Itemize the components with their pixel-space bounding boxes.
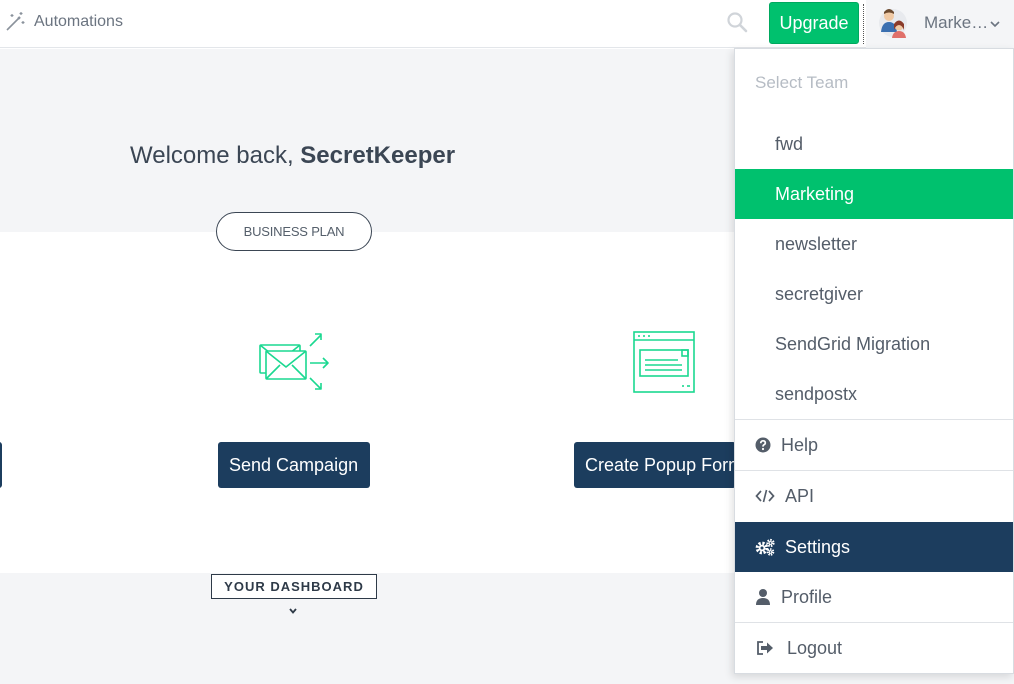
plan-badge: BUSINESS PLAN — [216, 212, 372, 251]
gears-icon — [755, 538, 785, 556]
search-icon[interactable] — [726, 11, 748, 33]
team-item-sendpostx[interactable]: sendpostx — [735, 369, 1013, 419]
team-item-secretgiver[interactable]: secretgiver — [735, 269, 1013, 319]
welcome-prefix: Welcome back, — [130, 142, 301, 169]
divider — [863, 4, 864, 44]
popup-form-icon — [632, 330, 696, 394]
menu-item-label: Profile — [781, 586, 833, 607]
magic-wand-icon — [4, 11, 26, 33]
menu-item-label: Settings — [785, 536, 851, 557]
team-dropdown-menu: Select Team fwd Marketing newsletter sec… — [734, 48, 1014, 674]
chevron-down-icon[interactable] — [288, 603, 298, 614]
menu-item-api[interactable]: API — [735, 471, 1013, 521]
chevron-down-icon — [989, 17, 1001, 29]
code-icon — [755, 488, 785, 504]
menu-item-settings[interactable]: Settings — [735, 522, 1013, 572]
create-popup-form-button[interactable]: Create Popup Form — [574, 442, 736, 488]
send-campaign-icon — [258, 330, 332, 394]
username: SecretKeeper — [300, 142, 456, 169]
avatar — [878, 6, 908, 40]
current-team-label: Marke… — [924, 13, 989, 32]
partial-action-button[interactable] — [0, 442, 2, 488]
team-item-sendgrid-migration[interactable]: SendGrid Migration — [735, 319, 1013, 369]
send-campaign-button[interactable]: Send Campaign — [218, 442, 370, 488]
automations-link[interactable]: Automations — [4, 10, 123, 34]
menu-item-logout[interactable]: Logout — [735, 623, 1013, 673]
sign-out-icon — [755, 640, 787, 656]
team-item-marketing[interactable]: Marketing — [735, 169, 1013, 219]
menu-item-label: Help — [781, 434, 819, 455]
user-icon — [755, 588, 781, 606]
select-team-label: Select Team — [755, 73, 849, 92]
automations-label: Automations — [34, 13, 123, 30]
team-item-newsletter[interactable]: newsletter — [735, 219, 1013, 269]
team-item-fwd[interactable]: fwd — [735, 119, 1013, 169]
menu-item-help[interactable]: Help — [735, 420, 1013, 470]
menu-item-profile[interactable]: Profile — [735, 572, 1013, 622]
welcome-heading: Welcome back, SecretKeeper — [130, 142, 455, 170]
question-circle-icon — [755, 437, 781, 453]
upgrade-button[interactable]: Upgrade — [769, 2, 859, 44]
menu-item-label: Logout — [787, 637, 843, 658]
team-switcher[interactable]: Marke… — [866, 0, 1014, 48]
your-dashboard-button[interactable]: YOUR DASHBOARD — [211, 574, 377, 599]
top-bar: Automations Upgrade Marke… — [0, 0, 1014, 48]
menu-item-label: API — [785, 485, 815, 506]
